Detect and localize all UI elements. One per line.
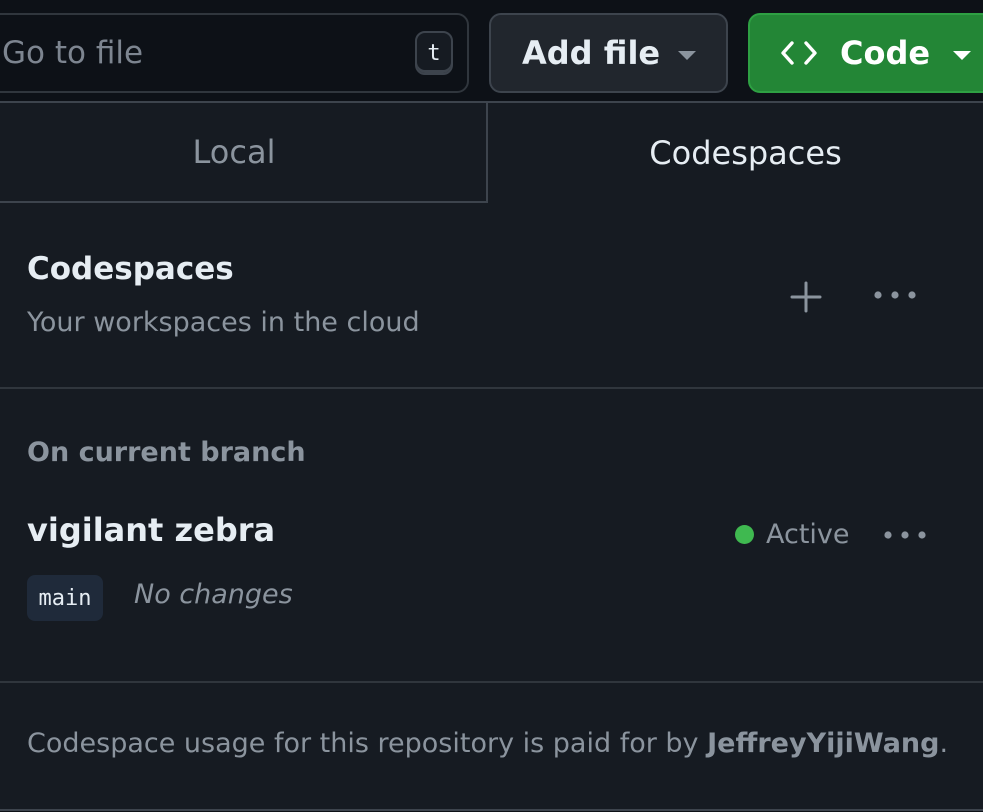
caret-down-icon [953, 51, 971, 60]
plus-icon [790, 281, 822, 313]
code-button[interactable]: Code [748, 13, 983, 93]
branch-group-label: On current branch [27, 437, 306, 468]
billing-footer: Codespace usage for this repository is p… [27, 728, 948, 759]
add-file-label: Add file [522, 34, 661, 72]
add-file-button[interactable]: Add file [489, 13, 728, 93]
changes-status: No changes [134, 579, 293, 610]
code-brackets-icon [780, 39, 818, 67]
status-dot-icon [735, 525, 754, 544]
status-text: Active [766, 519, 850, 550]
panel-tabs: Local Codespaces [0, 103, 983, 203]
divider [0, 681, 983, 683]
codespace-status: Active [735, 519, 850, 550]
caret-down-icon [678, 51, 696, 60]
tab-codespaces[interactable]: Codespaces [488, 103, 983, 203]
section-subtitle: Your workspaces in the cloud [27, 307, 420, 338]
kebab-horizontal-icon [884, 531, 926, 539]
tab-local[interactable]: Local [0, 103, 488, 203]
divider [0, 387, 983, 389]
keyboard-shortcut-hint: t [415, 31, 453, 75]
kebab-horizontal-icon [874, 291, 916, 299]
codespace-options-button[interactable] [880, 513, 930, 557]
codespace-name[interactable]: vigilant zebra [27, 511, 275, 549]
billing-text: Codespace usage for this repository is p… [27, 728, 708, 759]
billing-user-link[interactable]: JeffreyYijiWang [707, 728, 939, 759]
section-title: Codespaces [27, 251, 234, 287]
code-label: Code [840, 34, 931, 72]
codespaces-header: Codespaces Your workspaces in the cloud [27, 251, 420, 338]
codespaces-options-button[interactable] [870, 273, 920, 317]
branch-badge: main [27, 575, 103, 621]
go-to-file-input[interactable] [2, 15, 402, 91]
new-codespace-button[interactable] [782, 273, 830, 321]
clone-dropdown-panel: Local Codespaces Codespaces Your workspa… [0, 101, 983, 811]
go-to-file-box: t [0, 13, 469, 93]
billing-suffix: . [939, 728, 949, 759]
